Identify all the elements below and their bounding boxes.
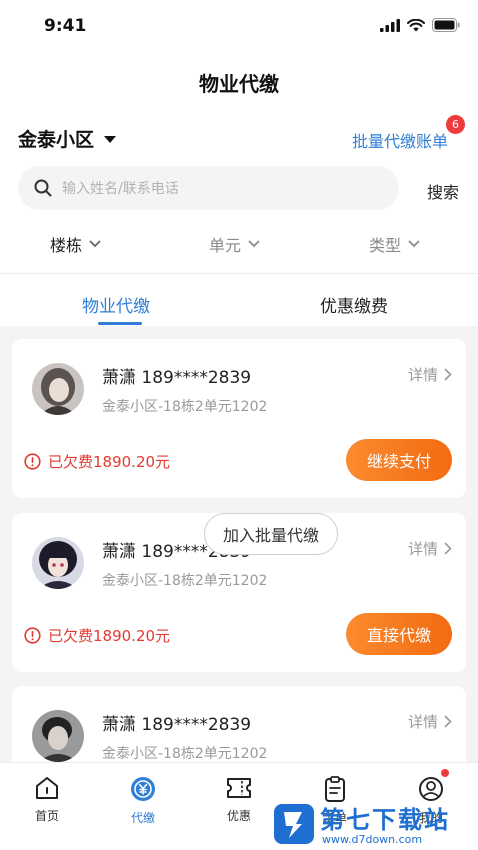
search-input[interactable]: 输入姓名/联系电话: [18, 166, 399, 210]
clipboard-icon: [325, 776, 345, 802]
record-card[interactable]: 萧潇 189****2839 金泰小区-18栋2单元1202 详情 已欠费189…: [12, 513, 466, 672]
record-list: 萧潇 189****2839 金泰小区-18栋2单元1202 详情 已欠费189…: [0, 326, 478, 762]
record-card[interactable]: 萧潇 189****2839 金泰小区-18栋2单元1202 详情 已欠费189…: [12, 339, 466, 498]
arrears-status: 已欠费1890.20元: [24, 625, 170, 646]
arrears-status: 已欠费1890.20元: [24, 451, 170, 472]
status-time: 9:41: [44, 16, 87, 36]
tabbar-label: 优惠: [226, 809, 251, 823]
filter-label: 楼栋: [50, 236, 83, 255]
signal-icon: [380, 18, 400, 32]
filter-label: 单元: [209, 236, 242, 255]
chevron-down-icon: [89, 240, 101, 248]
detail-label: 详情: [407, 713, 438, 731]
arrears-text: 已欠费1890.20元: [48, 627, 171, 645]
profile-icon: [419, 777, 443, 801]
detail-link[interactable]: 详情: [408, 711, 452, 732]
community-selector[interactable]: 金泰小区: [18, 125, 117, 152]
avatar: [32, 710, 84, 762]
arrears-text: 已欠费1890.20元: [48, 453, 171, 471]
status-bar: 9:41: [0, 0, 478, 54]
chevron-right-icon: [444, 542, 452, 555]
detail-label: 详情: [407, 540, 438, 558]
status-icons: [380, 18, 460, 32]
direct-pay-button[interactable]: 直接代缴: [346, 613, 452, 655]
batch-count-badge: 6: [446, 115, 465, 134]
tabbar-coupon[interactable]: 优惠: [204, 775, 274, 824]
filter-bar: 楼栋 单元 类型: [0, 232, 478, 262]
add-to-batch-button[interactable]: 加入批量代缴: [204, 513, 338, 555]
filter-type[interactable]: 类型: [369, 232, 420, 256]
caret-down-icon: [104, 136, 117, 143]
community-name: 金泰小区: [18, 129, 95, 151]
watermark-title: 第七下载站: [320, 806, 450, 834]
search-placeholder: 输入姓名/联系电话: [62, 181, 179, 197]
record-card[interactable]: 萧潇 189****2839 金泰小区-18栋2单元1202 详情: [12, 686, 466, 762]
chevron-right-icon: [444, 368, 452, 381]
resident-name: 萧潇 189****2839: [102, 715, 252, 735]
home-icon: [36, 777, 58, 799]
chevron-right-icon: [444, 715, 452, 728]
resident-address: 金泰小区-18栋2单元1202: [102, 399, 268, 415]
detail-link[interactable]: 详情: [408, 538, 452, 559]
tab-discount-payment[interactable]: 优惠缴费: [320, 292, 388, 317]
detail-label: 详情: [407, 366, 438, 384]
filter-label: 类型: [369, 236, 402, 255]
tabbar-pay[interactable]: 代缴: [108, 775, 178, 826]
filter-unit[interactable]: 单元: [209, 232, 260, 256]
alert-icon: [24, 453, 41, 470]
notification-dot: [441, 769, 449, 777]
tabbar-label: 首页: [34, 809, 59, 823]
avatar: [32, 363, 84, 415]
tabbar-label: 代缴: [130, 811, 155, 825]
search-button[interactable]: 搜索: [427, 179, 459, 203]
chevron-down-icon: [248, 240, 260, 248]
continue-pay-button[interactable]: 继续支付: [346, 439, 452, 481]
tabbar-home[interactable]: 首页: [12, 775, 82, 824]
filter-building[interactable]: 楼栋: [50, 232, 101, 256]
resident-address: 金泰小区-18栋2单元1202: [102, 573, 268, 589]
batch-bill-link[interactable]: 批量代缴账单: [352, 128, 448, 152]
search-icon: [34, 179, 52, 197]
resident-name: 萧潇 189****2839: [102, 368, 252, 388]
watermark-url: www.d7down.com: [322, 833, 423, 846]
battery-icon: [432, 18, 460, 32]
coupon-icon: [227, 778, 251, 798]
detail-link[interactable]: 详情: [408, 364, 452, 385]
tab-underline: [98, 322, 142, 325]
tab-bar: 物业代缴 优惠缴费: [0, 274, 478, 326]
pay-icon: [131, 777, 155, 801]
tab-property-payment[interactable]: 物业代缴: [82, 292, 150, 317]
avatar: [32, 537, 84, 589]
chevron-down-icon: [408, 240, 420, 248]
wifi-icon: [407, 18, 425, 31]
watermark: 第七下载站 www.d7down.com: [272, 800, 470, 848]
alert-icon: [24, 627, 41, 644]
page-title: 物业代缴: [199, 72, 279, 96]
resident-address: 金泰小区-18栋2单元1202: [102, 746, 268, 762]
